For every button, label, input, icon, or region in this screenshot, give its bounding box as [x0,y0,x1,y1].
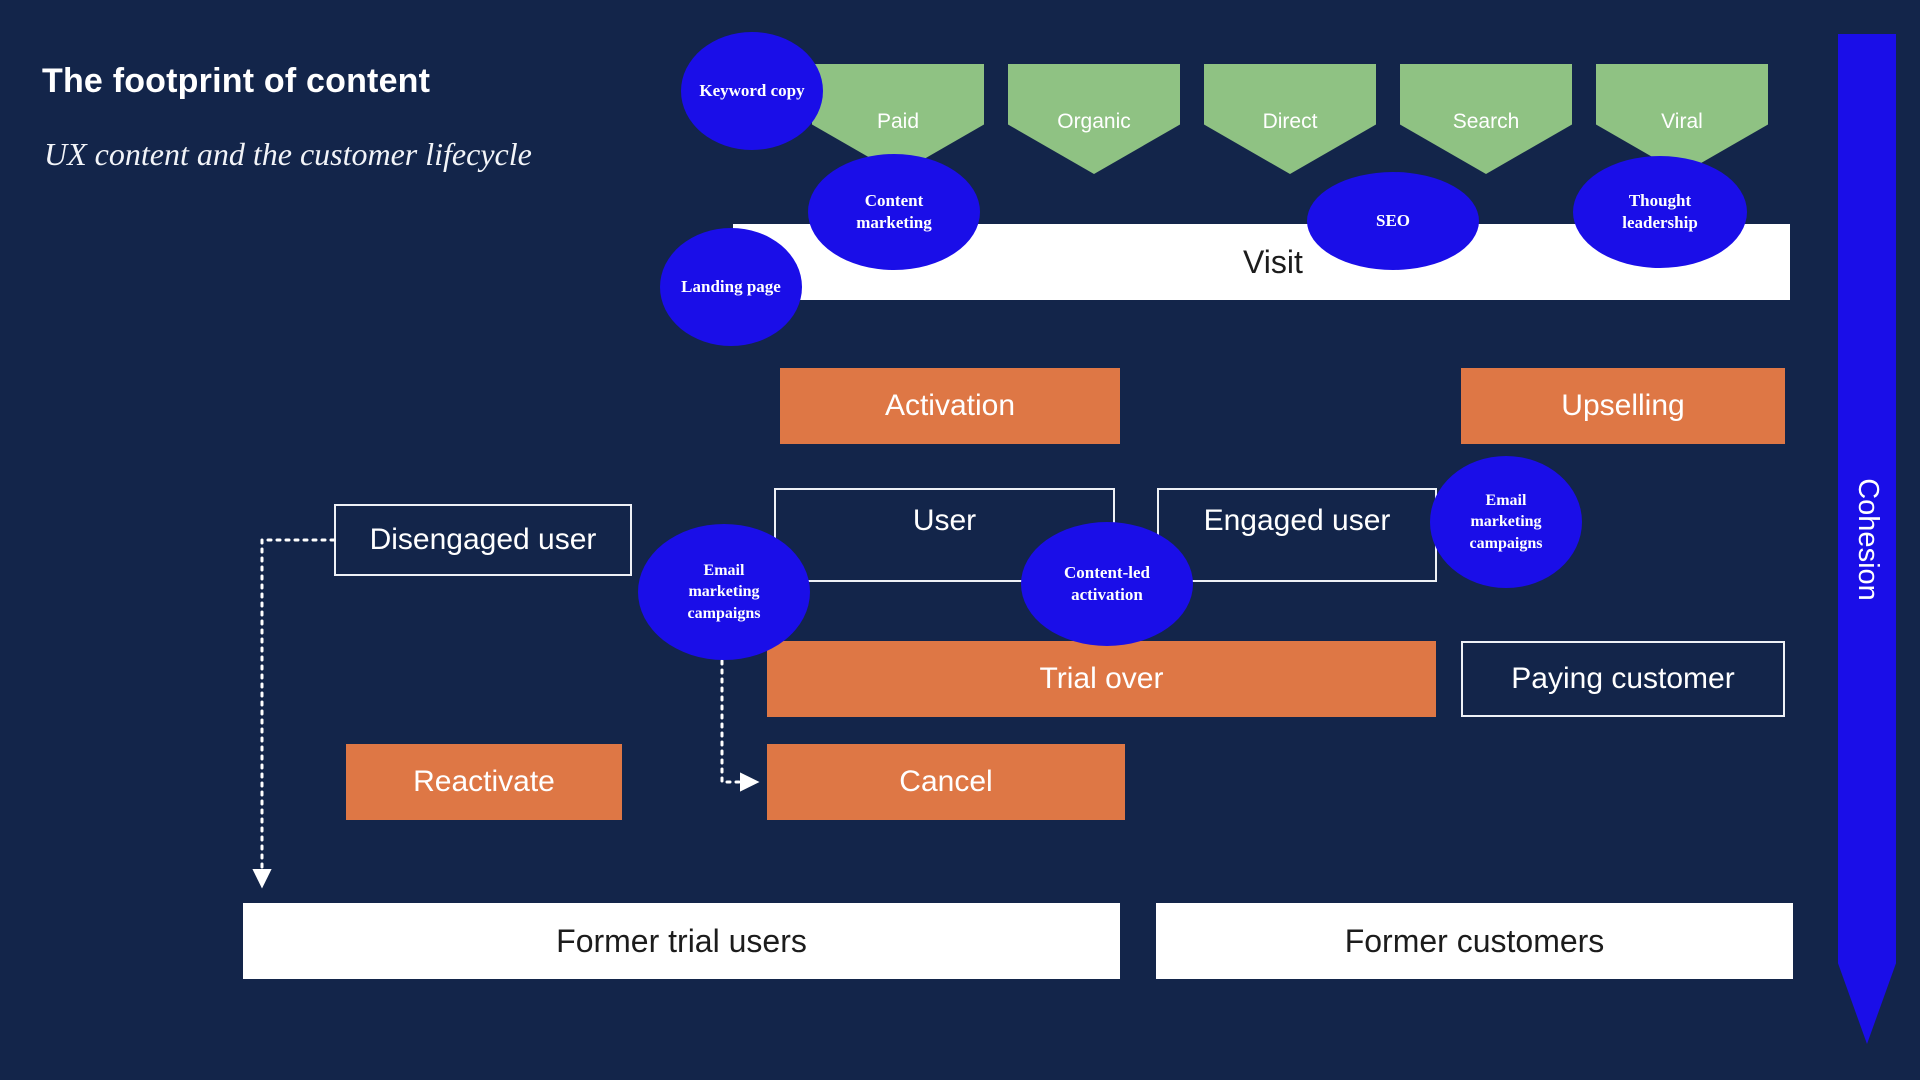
stage-cancel-label: Cancel [899,765,993,798]
bubble-landing-page-label: Landing page [681,276,781,296]
stage-upselling[interactable]: Upselling [1461,368,1785,444]
channel-direct-label: Direct [1262,110,1318,133]
link-disengaged-to-former-trial [252,538,336,889]
stage-activation-label: Activation [884,389,1016,422]
stage-engaged-user-label: Engaged user [1203,504,1391,537]
bubble-seo[interactable]: SEO [1307,172,1479,270]
stage-reactivate-label: Reactivate [413,765,555,798]
bubble-thought-leadership[interactable]: Thought leadership [1573,156,1747,268]
bubble-content-marketing[interactable]: Content marketing [808,154,980,270]
cohesion-label: Cohesion [1851,477,1884,601]
stage-engaged-user[interactable]: Engaged user [1157,488,1437,582]
bubble-email-marketing-left[interactable]: Email marketing campaigns [638,524,810,660]
stage-trial-over-label: Trial over [1039,662,1164,695]
stage-visit-label: Visit [1243,243,1303,280]
channel-paid-label: Paid [876,110,920,133]
channel-viral-label: Viral [1661,110,1703,133]
stage-cancel[interactable]: Cancel [767,744,1125,820]
bubble-content-led-activation-label: Content-led activation [1064,562,1150,604]
channel-organic-label: Organic [1057,110,1131,133]
bubble-email-marketing-right[interactable]: Email marketing campaigns [1430,456,1582,588]
stage-former-customers[interactable]: Former customers [1156,903,1793,979]
link-email-to-cancel [720,650,760,792]
page-title: The footprint of content [42,62,431,100]
stage-former-customers-label: Former customers [1344,922,1605,959]
stage-disengaged-user-label: Disengaged user [369,523,597,556]
bubble-email-marketing-left-label: Email marketing campaigns [687,562,761,622]
bubble-email-marketing-right-label: Email marketing campaigns [1469,492,1543,552]
stage-former-trial-users-label: Former trial users [556,922,807,959]
channel-direct[interactable]: Direct [1204,64,1376,174]
bubble-landing-page[interactable]: Landing page [660,228,802,346]
page-subtitle: UX content and the customer lifecycle [44,136,532,172]
stage-trial-over[interactable]: Trial over [767,641,1436,717]
cohesion-arrow: Cohesion [1838,34,1896,1044]
stage-reactivate[interactable]: Reactivate [346,744,622,820]
bubble-thought-leadership-label: Thought leadership [1622,190,1698,232]
diagram-canvas: The footprint of content UX content and … [0,0,1920,1080]
bubble-content-marketing-label: Content marketing [856,190,932,232]
stage-disengaged-user[interactable]: Disengaged user [334,504,632,576]
stage-former-trial-users[interactable]: Former trial users [243,903,1120,979]
stage-upselling-label: Upselling [1561,389,1685,422]
bubble-keyword-copy[interactable]: Keyword copy [681,32,823,150]
bubble-keyword-copy-label: Keyword copy [699,80,805,100]
stage-user-label: User [912,504,977,537]
channel-search[interactable]: Search [1400,64,1572,174]
stage-paying-customer[interactable]: Paying customer [1461,641,1785,717]
stage-activation[interactable]: Activation [780,368,1120,444]
bubble-content-led-activation[interactable]: Content-led activation [1021,522,1193,646]
stage-paying-customer-label: Paying customer [1511,662,1735,695]
channel-search-label: Search [1452,110,1520,133]
bubble-seo-label: SEO [1375,210,1411,230]
channel-organic[interactable]: Organic [1008,64,1180,174]
